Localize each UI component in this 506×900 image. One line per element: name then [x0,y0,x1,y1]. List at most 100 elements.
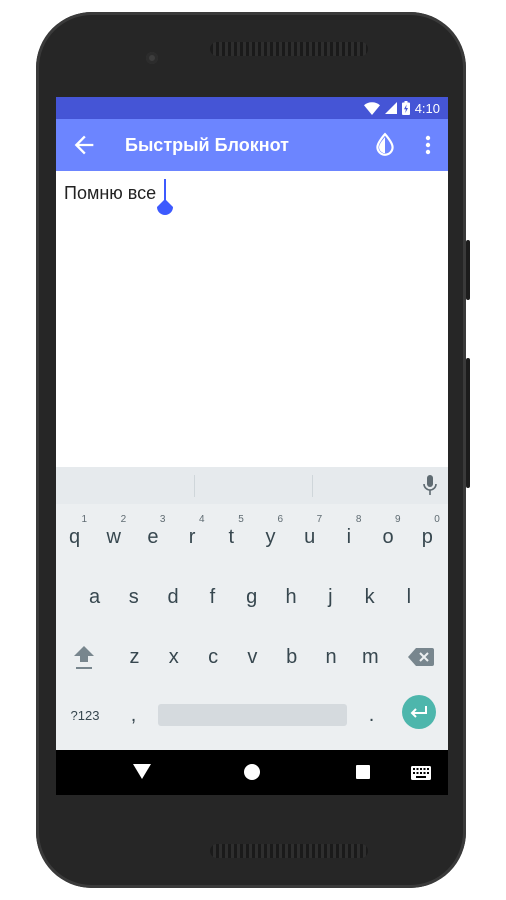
more-vert-icon[interactable] [418,132,438,158]
navigation-bar [56,750,448,795]
key-label: g [246,585,258,608]
nav-back-icon[interactable] [133,764,151,780]
key-label: t [228,525,235,548]
cursor-handle[interactable] [154,199,176,221]
key-z[interactable]: z [115,632,154,682]
app-title: Быстрый Блокнот [125,135,289,155]
key-label: p [421,525,433,548]
top-speaker [210,42,368,56]
key-hint: 1 [81,514,87,525]
key-hint: 8 [355,514,362,525]
key-t[interactable]: t5 [212,512,251,562]
key-label: w [106,525,121,548]
key-label: j [328,585,333,608]
key-label: b [286,645,298,668]
key-label: l [406,585,412,608]
key-label: q [68,525,81,548]
key-m[interactable]: m [351,632,390,682]
key-r[interactable]: r4 [173,512,212,562]
drop-icon[interactable] [372,132,398,158]
key-i[interactable]: i8 [329,512,368,562]
key-w[interactable]: w2 [94,512,133,562]
key-d[interactable]: d [154,572,193,622]
key-label: x [168,645,179,668]
enter-icon [410,706,427,718]
screen: 4:10 Быстрый Блокнот Помню все q 1 w 2 e… [56,97,448,795]
note-editor[interactable]: Помню все [56,171,448,467]
soft-keyboard: q1w2e3r4t5y6u7i8o9p0 asdfghjkl zxcvbnm ?… [56,467,448,750]
key-label: d [167,585,179,608]
symbols-key[interactable]: ?123 [62,690,108,740]
backspace-icon [407,648,434,666]
battery-icon [401,101,410,115]
key-q[interactable]: q1 [56,512,94,562]
status-bar: 4:10 [56,97,448,119]
key-label: n [325,645,337,668]
key-y[interactable]: y6 [251,512,290,562]
shift-key[interactable] [64,632,103,682]
key-label: y [265,525,276,548]
period-key[interactable]: . [352,690,391,740]
key-g[interactable]: g [232,572,271,622]
key-u[interactable]: u7 [290,512,329,562]
front-camera [146,52,158,64]
back-arrow-icon[interactable] [70,131,98,159]
key-label: c [208,645,219,668]
key-e[interactable]: e3 [133,512,172,562]
signal-icon [384,102,397,114]
wifi-icon [363,101,380,115]
volume-button [466,358,470,488]
key-k[interactable]: k [350,572,389,622]
keyboard-icon[interactable] [411,766,431,780]
note-text[interactable]: Помню все [64,183,156,204]
key-label: e [147,525,159,548]
backspace-key[interactable] [401,632,440,682]
key-hint: 3 [159,514,166,525]
suggestion-strip [56,467,448,504]
key-hint: 9 [395,514,401,525]
key-label: f [209,585,216,608]
suggestion-divider [194,475,195,497]
suggestion-divider [312,475,313,497]
key-c[interactable]: c [194,632,233,682]
space-bar[interactable] [158,704,347,726]
key-n[interactable]: n [312,632,351,682]
nav-recents-icon[interactable] [355,764,371,780]
key-f[interactable]: f [193,572,232,622]
key-v[interactable]: v [233,632,272,682]
key-label: k [364,585,375,608]
key-label: z [129,645,140,668]
status-icons: 4:10 [363,97,440,119]
key-label: o [382,525,394,548]
comma-key[interactable]: , [114,690,153,740]
key-label: m [361,645,379,668]
power-button [466,240,470,300]
app-bar: Быстрый Блокнот [56,119,448,171]
key-s[interactable]: s [114,572,153,622]
enter-key[interactable] [402,695,436,729]
shift-icon [73,646,94,669]
key-hint: 0 [434,514,440,525]
key-h[interactable]: h [272,572,311,622]
key-label: r [188,525,196,548]
key-hint: 5 [238,514,244,525]
mic-icon[interactable] [422,474,438,498]
status-time: 4:10 [414,100,440,116]
key-label: h [285,585,297,608]
key-hint: 4 [199,514,205,525]
nav-home-icon[interactable] [243,763,261,781]
key-hint: 2 [120,514,127,525]
key-p[interactable]: p0 [408,512,447,562]
key-label: i [346,525,352,548]
bottom-speaker [210,844,368,858]
key-x[interactable]: x [154,632,193,682]
key-hint: 6 [277,514,283,525]
key-j[interactable]: j [311,572,350,622]
key-o[interactable]: o9 [369,512,408,562]
key-a[interactable]: a [75,572,114,622]
key-b[interactable]: b [272,632,311,682]
key-label: s [128,585,139,608]
key-label: u [304,525,316,548]
key-l[interactable]: l [389,572,428,622]
key-label: v [247,645,258,668]
